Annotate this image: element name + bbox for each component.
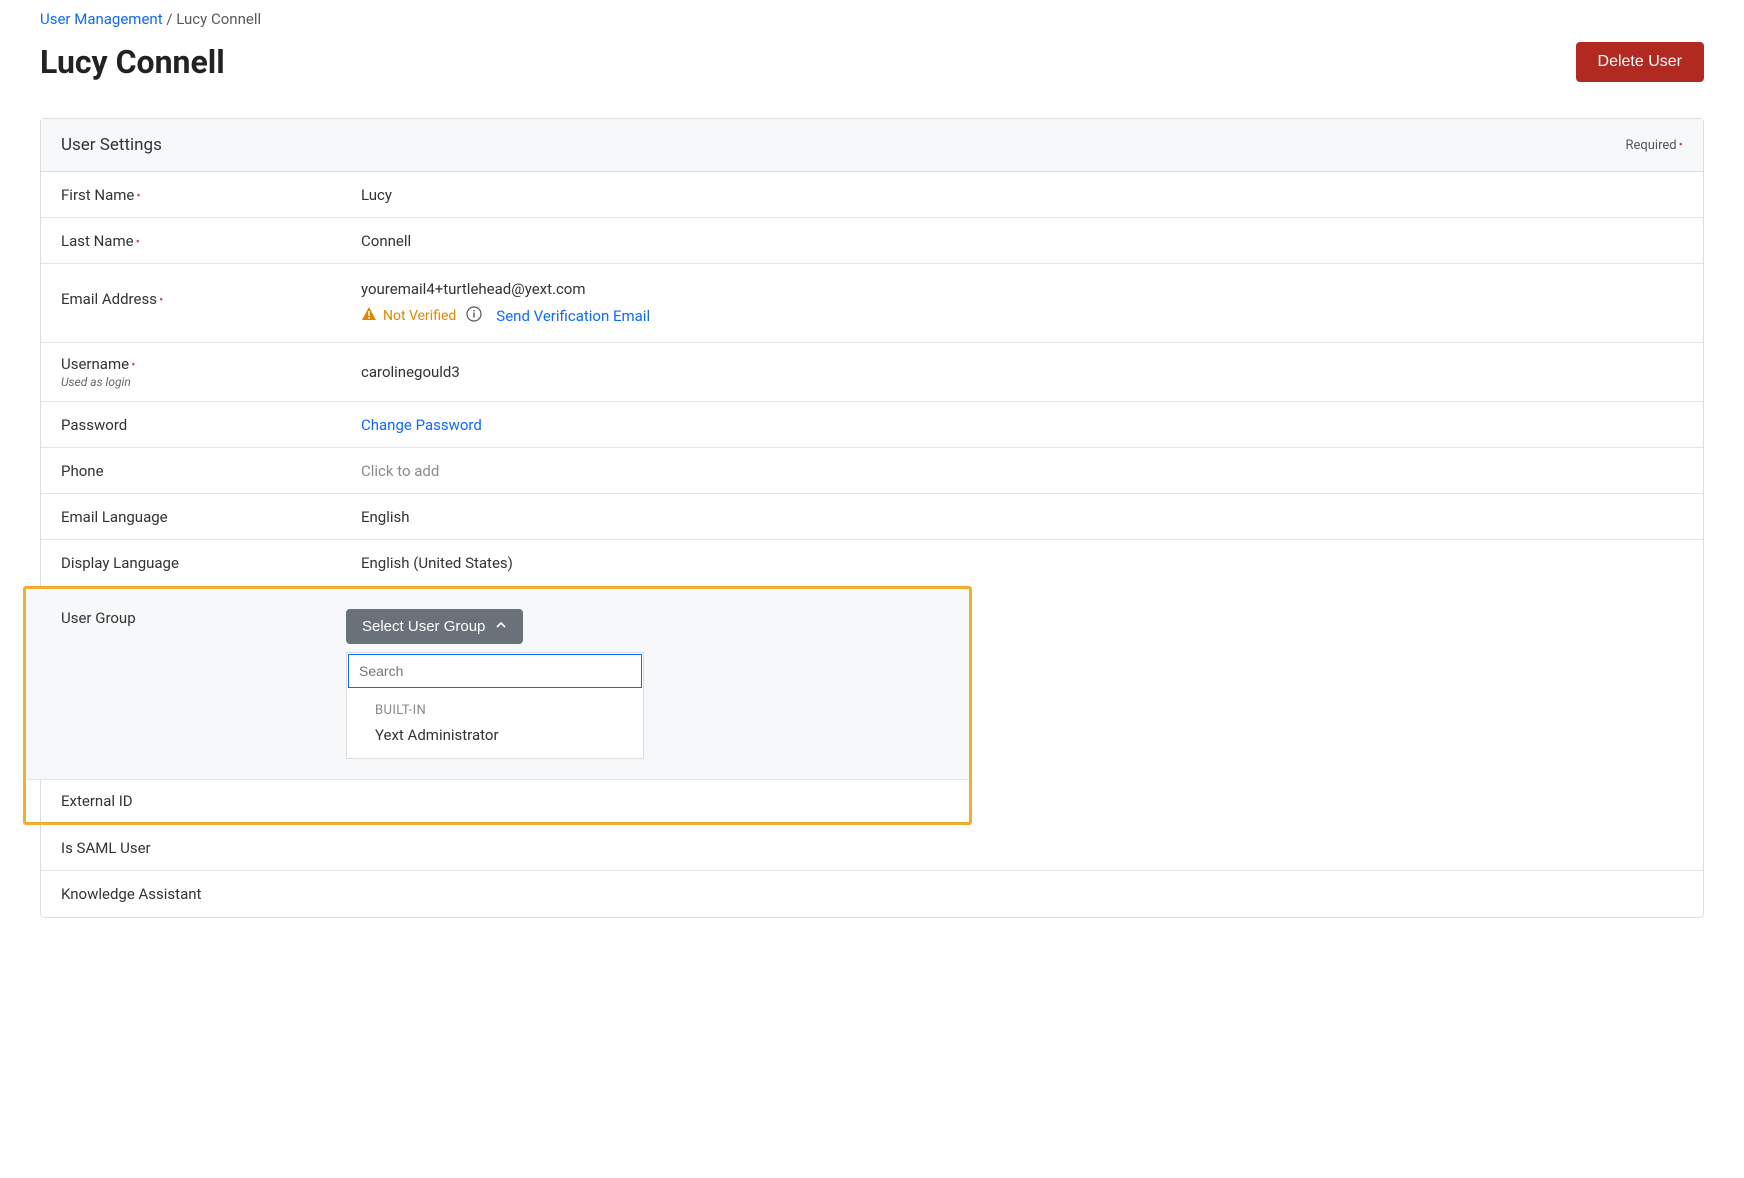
password-label: Password [61, 416, 361, 434]
email-label: Email Address• [61, 280, 361, 308]
last-name-value: Connell [361, 232, 1683, 250]
chevron-up-icon [495, 618, 507, 635]
phone-placeholder: Click to add [361, 462, 1683, 480]
row-phone[interactable]: Phone Click to add [41, 448, 1703, 494]
is-saml-label: Is SAML User [61, 839, 361, 857]
email-language-label: Email Language [61, 508, 361, 526]
phone-label: Phone [61, 462, 361, 480]
last-name-label: Last Name• [61, 232, 361, 250]
email-language-value: English [361, 508, 1683, 526]
dropdown-option-yext-admin[interactable]: Yext Administrator [347, 720, 643, 758]
required-star-icon: • [1679, 138, 1683, 153]
send-verification-link[interactable]: Send Verification Email [496, 307, 650, 325]
page-title: Lucy Connell [40, 43, 225, 81]
user-group-label: User Group [46, 609, 346, 759]
required-star-icon: • [159, 293, 163, 308]
row-last-name[interactable]: Last Name• Connell [41, 218, 1703, 264]
required-star-icon: • [136, 189, 140, 204]
first-name-value: Lucy [361, 186, 1683, 204]
required-star-icon: • [131, 358, 135, 373]
change-password-link[interactable]: Change Password [361, 416, 482, 434]
row-external-id[interactable]: External ID [26, 780, 969, 822]
first-name-label: First Name• [61, 186, 361, 204]
row-knowledge-assistant[interactable]: Knowledge Assistant [41, 871, 1703, 917]
info-icon[interactable] [466, 306, 482, 326]
user-group-highlight: User Group Select User Group BUILT-IN Ye… [23, 586, 972, 825]
username-hint: Used as login [61, 375, 361, 389]
row-email-language[interactable]: Email Language English [41, 494, 1703, 540]
row-is-saml-user[interactable]: Is SAML User [41, 825, 1703, 871]
row-password: Password Change Password [41, 402, 1703, 448]
delete-user-button[interactable]: Delete User [1576, 42, 1704, 82]
row-email-address[interactable]: Email Address• youremail4+turtlehead@yex… [41, 264, 1703, 343]
panel-title: User Settings [61, 135, 162, 155]
user-group-dropdown: BUILT-IN Yext Administrator [346, 652, 644, 759]
username-value: carolinegould3 [361, 363, 1683, 381]
panel-header: User Settings Required• [41, 119, 1703, 172]
required-note: Required• [1625, 138, 1683, 153]
breadcrumb-parent-link[interactable]: User Management [40, 10, 163, 28]
external-id-label: External ID [46, 792, 346, 810]
row-username[interactable]: Username• Used as login carolinegould3 [41, 343, 1703, 402]
dropdown-section-label: BUILT-IN [347, 689, 643, 720]
knowledge-assistant-label: Knowledge Assistant [61, 885, 361, 903]
row-display-language[interactable]: Display Language English (United States) [41, 540, 1703, 586]
select-user-group-button[interactable]: Select User Group [346, 609, 523, 644]
not-verified-text: Not Verified [383, 308, 456, 324]
display-language-value: English (United States) [361, 554, 1683, 572]
row-first-name[interactable]: First Name• Lucy [41, 172, 1703, 218]
email-value: youremail4+turtlehead@yext.com [361, 280, 1683, 298]
required-star-icon: • [136, 235, 140, 250]
user-settings-panel: User Settings Required• First Name• Lucy… [40, 118, 1704, 918]
display-language-label: Display Language [61, 554, 361, 572]
breadcrumb-separator: / [166, 10, 172, 28]
breadcrumb: User Management / Lucy Connell [40, 10, 1704, 28]
username-label: Username• Used as login [61, 355, 361, 389]
breadcrumb-current: Lucy Connell [176, 10, 261, 28]
warning-icon [361, 306, 377, 326]
user-group-search-input[interactable] [348, 654, 642, 688]
row-user-group: User Group Select User Group BUILT-IN Ye… [26, 589, 969, 780]
